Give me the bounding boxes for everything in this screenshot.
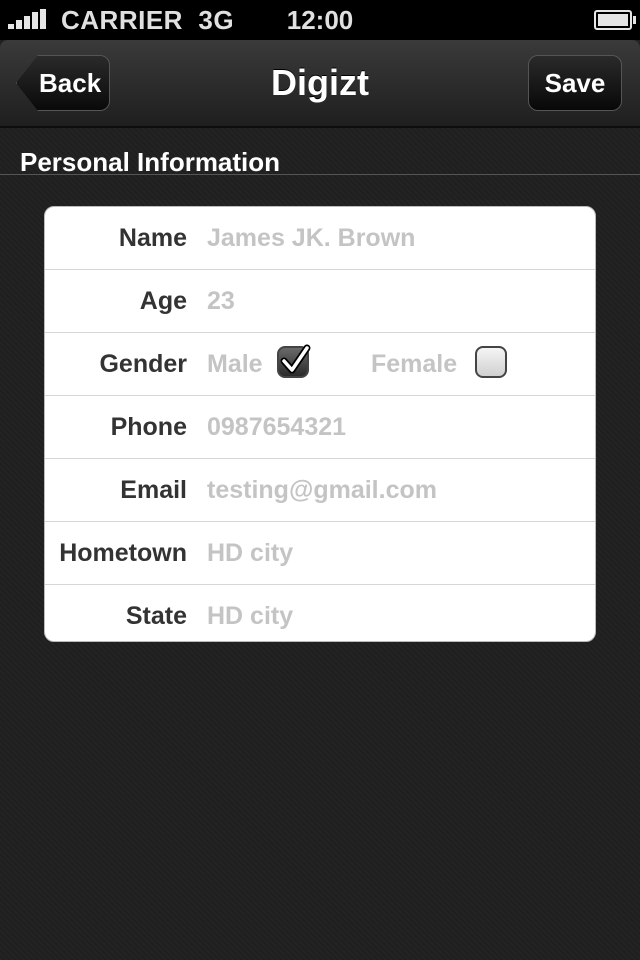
hometown-label: Hometown [59, 539, 187, 567]
form-row-name: Name James JK. Brown [45, 207, 595, 270]
gender-option-female-label: Female [371, 350, 458, 378]
battery-full-icon [594, 10, 636, 30]
phone-field[interactable]: 0987654321 [207, 396, 346, 458]
status-bar: CARRIER 3G 12:00 [0, 0, 640, 40]
form-row-hometown: Hometown HD city [45, 522, 595, 585]
form-row-gender: Gender Male Female [45, 333, 595, 396]
email-label: Email [120, 476, 187, 504]
section-divider [0, 174, 640, 175]
form-row-email: Email testing@gmail.com [45, 459, 595, 522]
phone-label: Phone [110, 413, 187, 441]
gender-option-male-label: Male [207, 350, 263, 378]
form-row-age: Age 23 [45, 270, 595, 333]
checkmark-icon [280, 344, 311, 374]
name-field[interactable]: James JK. Brown [207, 207, 415, 269]
personal-info-form: Name James JK. Brown Age 23 Gender Male … [44, 206, 596, 642]
app-screen: CARRIER 3G 12:00 Back Digizt Save Person… [0, 0, 640, 960]
gender-female-checkbox[interactable] [475, 346, 507, 378]
age-field[interactable]: 23 [207, 270, 235, 332]
form-row-phone: Phone 0987654321 [45, 396, 595, 459]
gender-male-checkbox[interactable] [277, 344, 311, 378]
email-field[interactable]: testing@gmail.com [207, 459, 437, 521]
state-field[interactable]: HD city [207, 585, 293, 641]
gender-label: Gender [99, 350, 187, 378]
state-label: State [125, 602, 187, 630]
age-label: Age [139, 287, 187, 315]
hometown-field[interactable]: HD city [207, 522, 293, 584]
save-button[interactable]: Save [528, 55, 622, 111]
form-row-state: State HD city [45, 585, 595, 641]
status-time: 12:00 [286, 5, 354, 35]
navigation-bar: Back Digizt Save [0, 40, 640, 128]
name-label: Name [118, 224, 187, 252]
